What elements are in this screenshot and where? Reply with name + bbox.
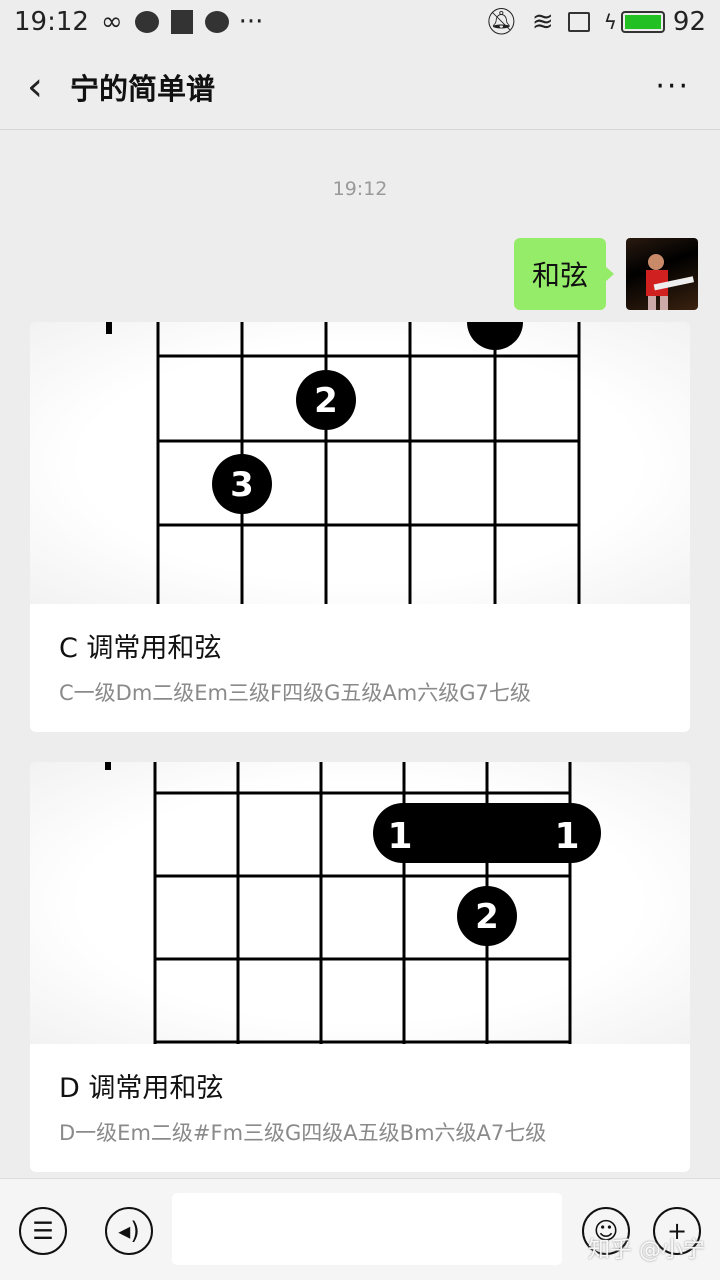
card-subtitle: C一级Dm二级Em三级F四级G五级Am六级G7七级 — [59, 681, 531, 705]
input-bar: ☰ ◂) ☺ + — [0, 1178, 720, 1280]
finger-label: 3 — [230, 465, 254, 505]
infinity-icon: ∞ — [100, 7, 123, 37]
voice-icon: ◂) — [118, 1217, 140, 1245]
chat-icon — [134, 11, 159, 33]
battery-level: 92 — [672, 7, 706, 37]
list-icon: ☰ — [32, 1217, 54, 1245]
wifi-icon: ≋ — [531, 7, 554, 37]
card-title: C 调常用和弦 — [59, 633, 222, 664]
charging-icon: ϟ — [603, 10, 617, 34]
finger-label: 1 — [387, 816, 412, 857]
message-timestamp: 19:12 — [332, 178, 388, 200]
menu-list-button[interactable]: ☰ — [19, 1207, 67, 1255]
message-input[interactable] — [172, 1193, 562, 1265]
battery-icon — [620, 11, 665, 33]
card-title: D 调常用和弦 — [59, 1073, 224, 1104]
more-button[interactable]: ··· — [655, 69, 690, 104]
mute-icon: 🔕︎ — [484, 7, 518, 37]
finger-label: 2 — [314, 381, 338, 421]
watermark: 知乎 @小宁 — [588, 1238, 705, 1263]
chat-title: 宁的简单谱 — [70, 71, 216, 106]
chat-icon — [204, 11, 229, 33]
voice-button[interactable]: ◂) — [105, 1207, 153, 1255]
back-button[interactable]: ‹ — [0, 64, 70, 110]
message-bubble[interactable]: 和弦 — [514, 238, 614, 310]
more-icon: ··· — [238, 7, 264, 37]
chord-card[interactable]: 2 3 C 调常用和弦 C一级Dm二级Em三级F四级G五级Am六级G7七级 — [30, 322, 690, 732]
status-time: 19:12 — [14, 7, 89, 37]
avatar[interactable] — [626, 238, 698, 310]
chord-diagram: 1 1 2 — [30, 762, 690, 1044]
status-bar: 19:12 ∞ ··· 🔕︎ ≋ ϟ 92 — [0, 0, 720, 44]
chord-card[interactable]: 1 1 2 D 调常用和弦 D一级Em二级#Fm三级G四级A五级Bm六级A7七级 — [30, 762, 690, 1172]
news-icon — [170, 10, 193, 34]
finger-label: 2 — [475, 897, 499, 937]
finger-label: 1 — [554, 816, 579, 857]
chat-header: ‹ 宁的简单谱 ··· — [0, 44, 720, 130]
sim-icon — [567, 12, 590, 32]
card-subtitle: D一级Em二级#Fm三级G四级A五级Bm六级A7七级 — [59, 1121, 547, 1145]
chord-diagram: 2 3 — [30, 322, 690, 604]
